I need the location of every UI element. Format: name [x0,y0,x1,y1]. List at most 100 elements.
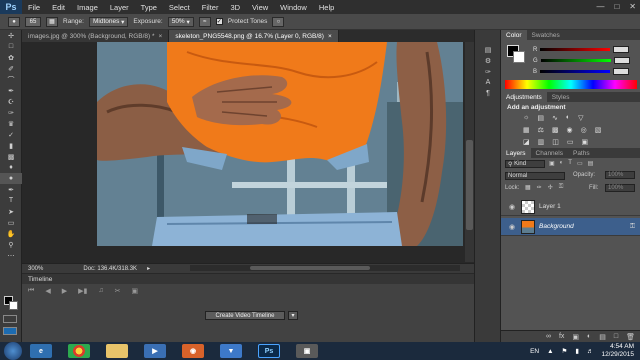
blur-tool-icon[interactable]: ♦ [0,162,22,173]
tab-swatches[interactable]: Swatches [527,30,565,40]
color-lookup-icon[interactable]: ▧ [595,126,602,134]
status-arrow-icon[interactable]: ▸ [147,265,150,272]
layer-filter-select[interactable]: ⚲ Kind [505,160,545,168]
history-brush-tool-icon[interactable]: ✓ [0,129,22,140]
more-tools-icon[interactable]: ⋯ [0,250,22,261]
network-tray-icon[interactable]: ▮ [575,347,579,355]
delete-layer-icon[interactable]: 🗑 [626,333,635,341]
lasso-tool-icon[interactable]: ✿ [0,52,22,63]
black-white-icon[interactable]: ▩ [552,126,559,134]
type-tool-icon[interactable]: T [0,195,22,206]
levels-icon[interactable]: ▤ [537,114,544,122]
prev-frame-icon[interactable]: ◀ [45,287,50,295]
path-selection-tool-icon[interactable]: ➤ [0,206,22,217]
curves-icon[interactable]: ∿ [552,114,558,122]
move-tool-icon[interactable]: ✢ [0,30,22,41]
brush-tool-icon[interactable]: ✑ [0,107,22,118]
color-balance-icon[interactable]: ⚖ [538,126,544,134]
hue-saturation-icon[interactable]: ▦ [523,126,530,134]
fill-input[interactable]: 100% [605,184,635,192]
b-slider-track[interactable] [540,70,611,73]
tab-layers[interactable]: Layers [501,148,531,158]
r-slider-track[interactable] [540,48,611,51]
horizontal-scroll-thumb[interactable] [250,266,370,270]
lock-position-icon[interactable]: ✢ [548,184,553,191]
minimize-icon[interactable]: — [596,2,604,11]
network-icon[interactable]: ▼ [220,344,242,358]
brush-presets-icon[interactable]: ✑ [475,66,501,77]
menu-file[interactable]: File [22,3,46,12]
tray-arrow-icon[interactable]: ▲ [547,348,553,355]
invert-icon[interactable]: ◪ [523,138,530,146]
threshold-icon[interactable]: ◫ [552,138,559,146]
paragraph-panel-icon[interactable]: ¶ [475,88,501,99]
clock[interactable]: 4:54 AM 12/29/2015 [601,343,634,359]
media-player-icon[interactable]: ▶ [144,344,166,358]
timeline-dropdown-icon[interactable]: ▾ [288,311,298,320]
color-ramp[interactable] [505,80,637,89]
next-frame-icon[interactable]: ▶▮ [78,287,87,295]
clone-stamp-tool-icon[interactable]: ♛ [0,118,22,129]
hand-tool-icon[interactable]: ✋ [0,228,22,239]
lock-transparency-icon[interactable]: ▦ [525,184,531,191]
menu-view[interactable]: View [246,3,274,12]
screen-mode-icon[interactable] [3,327,17,335]
layer-row-background[interactable]: ◉ Background ⚿ [501,218,640,236]
menu-layer[interactable]: Layer [104,3,135,12]
tab-styles[interactable]: Styles [547,92,575,102]
menu-image[interactable]: Image [71,3,104,12]
protect-tones-checkbox[interactable]: ✓ [215,18,223,25]
close-icon[interactable]: ✕ [629,2,636,11]
posterize-icon[interactable]: ▥ [538,138,545,146]
layer-row-layer-1[interactable]: ◉ Layer 1 [501,198,640,216]
new-adjustment-layer-icon[interactable]: ◐ [587,333,591,340]
pixel-filter-icon[interactable]: ▣ [549,160,555,167]
range-select[interactable]: Midtones ▾ [88,16,129,27]
layer-mask-icon[interactable]: ▣ [572,333,579,341]
volume-icon[interactable]: ♬ [587,348,594,355]
exposure-icon[interactable]: ◐ [566,114,570,122]
airbrush-icon[interactable]: ≈ [198,16,211,27]
close-icon[interactable]: × [159,33,163,40]
pressure-size-icon[interactable]: ○ [272,16,285,27]
opacity-input[interactable]: 100% [605,171,635,179]
file-explorer-icon[interactable] [106,344,128,358]
lock-pixels-icon[interactable]: ✑ [537,184,542,191]
pen-tool-icon[interactable]: ✒ [0,184,22,195]
color-bg-swatch[interactable] [513,51,525,63]
menu-help[interactable]: Help [313,3,340,12]
shape-filter-icon[interactable]: ▭ [577,160,583,167]
quick-select-tool-icon[interactable]: ✐ [0,63,22,74]
channel-mixer-icon[interactable]: ◎ [581,126,587,134]
create-video-timeline-button[interactable]: Create Video Timeline [205,311,285,320]
close-icon[interactable]: × [328,33,332,40]
character-panel-icon[interactable]: A [475,77,501,88]
link-layers-icon[interactable]: ∞ [546,333,551,340]
new-group-icon[interactable]: ▤ [599,333,606,341]
photo-filter-icon[interactable]: ◉ [567,126,573,134]
unknown-app-icon[interactable]: ▣ [296,344,318,358]
quick-mask-icon[interactable] [3,315,17,323]
shape-tool-icon[interactable]: ▭ [0,217,22,228]
brush-size-picker[interactable]: 65 [25,16,41,27]
vibrance-icon[interactable]: ▽ [578,114,583,122]
tab-skeleton-png[interactable]: skeleton_PNG5548.png @ 16.7% (Layer 0, R… [169,30,339,42]
flag-icon[interactable]: ⚑ [562,347,568,355]
b-value-box[interactable] [613,68,630,75]
g-value-box[interactable] [613,57,630,64]
lock-all-icon[interactable]: ⚿ [559,184,564,191]
adjustment-filter-icon[interactable]: ◐ [560,160,564,167]
history-panel-icon[interactable]: ▤ [475,44,501,55]
type-filter-icon[interactable]: T [568,160,572,167]
healing-brush-tool-icon[interactable]: ☪ [0,96,22,107]
menu-type[interactable]: Type [135,3,163,12]
tab-adjustments[interactable]: Adjustments [501,92,547,102]
gradient-tool-icon[interactable]: ▩ [0,151,22,162]
new-layer-icon[interactable]: □ [614,333,618,340]
brightness-icon[interactable]: ☼ [523,114,529,122]
first-frame-icon[interactable]: ⏮ [28,287,34,295]
properties-panel-icon[interactable]: ⚙ [475,55,501,66]
firefox-icon[interactable]: ◉ [182,344,204,358]
zoom-level[interactable]: 300% [28,266,43,272]
dodge-tool-icon[interactable]: ● [0,173,22,184]
